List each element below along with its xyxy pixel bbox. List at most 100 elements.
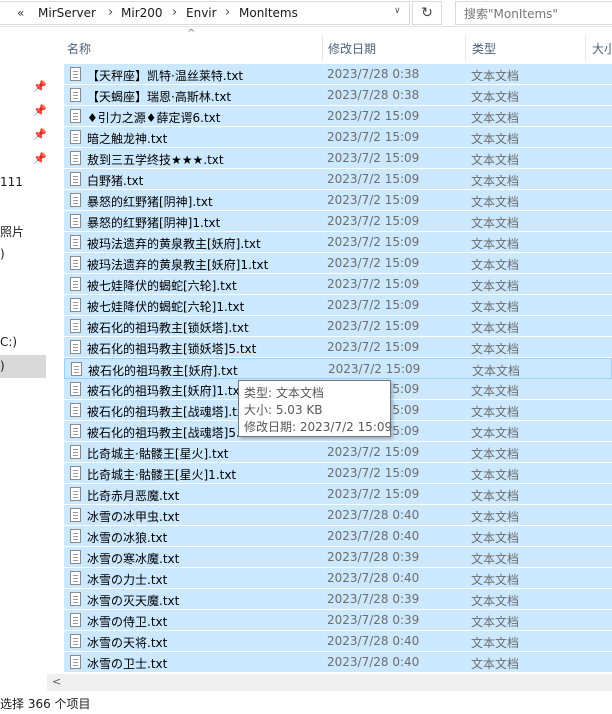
file-type: 文本文档 [471, 258, 520, 272]
file-row[interactable]: 冰雪の卫士.txt 2023/7/28 0:40 文本文档 [64, 652, 612, 673]
sort-ascending-icon: ^ [187, 28, 196, 39]
file-name: 被石化的祖玛教主[妖府].txt [88, 364, 238, 378]
file-type: 文本文档 [471, 426, 520, 440]
nav-item-fragment: ) [0, 359, 5, 373]
chevron-right-icon[interactable]: › [172, 5, 177, 20]
file-row[interactable]: 暴怒的红野猪[阴神].txt 2023/7/2 15:09 文本文档 [64, 190, 612, 211]
text-file-icon [70, 613, 81, 627]
file-name: 比奇城主·骷髅王[星火].txt [87, 447, 229, 461]
file-row[interactable]: 被七娃降伏的蝎蛇[六轮].txt 2023/7/2 15:09 文本文档 [64, 274, 612, 295]
file-modified: 2023/7/28 0:39 [327, 613, 420, 627]
pin-icon[interactable]: 📌 [33, 128, 47, 141]
file-row[interactable]: 被玛法遗弃的黄泉教主[妖府]1.txt 2023/7/2 15:09 文本文档 [64, 253, 612, 274]
file-type: 文本文档 [471, 342, 520, 356]
text-file-icon [70, 67, 81, 81]
column-header-type[interactable]: 类型 [472, 40, 496, 57]
file-name: 冰雪の力士.txt [87, 573, 168, 587]
text-file-icon [70, 235, 81, 249]
column-header-name[interactable]: 名称 [67, 40, 91, 57]
text-file-icon [70, 88, 81, 102]
pin-icon[interactable]: 📌 [33, 152, 47, 165]
breadcrumb-envir[interactable]: Envir [186, 6, 217, 20]
file-row[interactable]: 比奇城主·骷髅王[星火]1.txt 2023/7/2 15:09 文本文档 [64, 463, 612, 484]
refresh-button[interactable]: ↻ [412, 1, 442, 25]
column-divider[interactable] [322, 35, 323, 61]
file-row[interactable]: 被石化的祖玛教主[锁妖塔].txt 2023/7/2 15:09 文本文档 [64, 316, 612, 337]
column-divider[interactable] [465, 35, 466, 61]
file-row[interactable]: 比奇城主·骷髅王[星火].txt 2023/7/2 15:09 文本文档 [64, 442, 612, 463]
file-row[interactable]: 被石化的祖玛教主[妖府].txt 2023/7/2 15:09 文本文档 [64, 358, 612, 379]
file-type: 文本文档 [471, 90, 520, 104]
column-header-modified[interactable]: 修改日期 [328, 40, 376, 57]
column-divider[interactable] [585, 35, 586, 61]
file-name: 比奇城主·骷髅王[星火]1.txt [87, 468, 237, 482]
address-bar[interactable]: « MirServer › Mir200 › Envir › MonItems … [0, 1, 410, 25]
file-name: 冰雪の卫士.txt [87, 657, 168, 671]
file-row[interactable]: 冰雪の力士.txt 2023/7/28 0:40 文本文档 [64, 568, 612, 589]
file-name: 被玛法遗弃的黄泉教主[妖府]1.txt [87, 258, 269, 272]
file-info-tooltip: 类型: 文本文档 大小: 5.03 KB 修改日期: 2023/7/2 15:0… [238, 380, 392, 437]
file-modified: 2023/7/2 15:09 [327, 340, 420, 354]
file-list: 【天秤座】凯特·温丝莱特.txt 2023/7/28 0:38 文本文档 【天蝎座】瑞… [47, 64, 612, 674]
file-type: 文本文档 [471, 279, 520, 293]
file-row[interactable]: 【天秤座】凯特·温丝莱特.txt 2023/7/28 0:38 文本文档 [64, 64, 612, 85]
text-file-icon [70, 403, 81, 417]
file-modified: 2023/7/28 0:40 [327, 529, 420, 543]
nav-item-fragment[interactable]: 照片 [0, 223, 24, 240]
file-modified: 2023/7/2 15:09 [328, 362, 421, 376]
file-modified: 2023/7/2 15:09 [327, 298, 420, 312]
file-row[interactable]: 【天蝎座】瑞恩·高斯林.txt 2023/7/28 0:38 文本文档 [64, 85, 612, 106]
file-row[interactable]: 冰雪の冰甲虫.txt 2023/7/28 0:40 文本文档 [64, 505, 612, 526]
text-file-icon [71, 362, 82, 376]
text-file-icon [70, 277, 81, 291]
file-row[interactable]: ♦引力之源♦薛定谔6.txt 2023/7/2 15:09 文本文档 [64, 106, 612, 127]
file-type: 文本文档 [471, 447, 520, 461]
file-row[interactable]: 敖到三五学终技★★★.txt 2023/7/2 15:09 文本文档 [64, 148, 612, 169]
nav-item-fragment[interactable]: 111 [0, 175, 23, 189]
file-row[interactable]: 白野猪.txt 2023/7/2 15:09 文本文档 [64, 169, 612, 190]
text-file-icon [70, 550, 81, 564]
chevron-right-icon[interactable]: › [108, 5, 113, 20]
text-file-icon [70, 214, 81, 228]
chevron-right-icon[interactable]: › [225, 5, 230, 20]
text-file-icon [70, 256, 81, 270]
file-row[interactable]: 暗之触龙神.txt 2023/7/2 15:09 文本文档 [64, 127, 612, 148]
file-row[interactable]: 比奇赤月恶魔.txt 2023/7/2 15:09 文本文档 [64, 484, 612, 505]
nav-item-fragment[interactable]: C:) [0, 335, 17, 349]
file-row[interactable]: 冰雪の寒冰魔.txt 2023/7/28 0:39 文本文档 [64, 547, 612, 568]
file-name: 冰雪の冰甲虫.txt [87, 510, 180, 524]
breadcrumb-monitems[interactable]: MonItems [239, 6, 298, 20]
breadcrumb-mirserver[interactable]: MirServer [38, 6, 96, 20]
text-file-icon [70, 172, 81, 186]
file-row[interactable]: 被石化的祖玛教主[锁妖塔]5.txt 2023/7/2 15:09 文本文档 [64, 337, 612, 358]
text-file-icon [70, 466, 81, 480]
file-row[interactable]: 被七娃降伏的蝎蛇[六轮]1.txt 2023/7/2 15:09 文本文档 [64, 295, 612, 316]
file-row[interactable]: 冰雪の冰狼.txt 2023/7/28 0:40 文本文档 [64, 526, 612, 547]
file-type: 文本文档 [471, 510, 520, 524]
breadcrumb-mir200[interactable]: Mir200 [121, 6, 163, 20]
file-name: 敖到三五学终技★★★.txt [87, 153, 224, 167]
file-row[interactable]: 被玛法遗弃的黄泉教主[妖府].txt 2023/7/2 15:09 文本文档 [64, 232, 612, 253]
nav-item-fragment[interactable]: ) [0, 247, 5, 261]
file-row[interactable]: 暴怒的红野猪[阴神]1.txt 2023/7/2 15:09 文本文档 [64, 211, 612, 232]
file-row[interactable]: 冰雪の灭天魔.txt 2023/7/28 0:39 文本文档 [64, 589, 612, 610]
search-box[interactable] [455, 1, 612, 25]
file-name: 被石化的祖玛教主[战魂塔]5.txt [87, 426, 257, 440]
file-name: ♦引力之源♦薛定谔6.txt [87, 111, 221, 125]
overflow-chevron-icon[interactable]: « [17, 6, 24, 20]
column-header-size[interactable]: 大小 [592, 40, 612, 57]
address-dropdown-icon[interactable]: ∨ [394, 6, 401, 16]
pin-icon[interactable]: 📌 [33, 80, 47, 93]
file-type: 文本文档 [472, 364, 521, 378]
search-input[interactable] [462, 3, 612, 25]
file-type: 文本文档 [471, 615, 520, 629]
file-modified: 2023/7/2 15:09 [327, 466, 420, 480]
file-type: 文本文档 [471, 657, 520, 671]
file-row[interactable]: 冰雪の天将.txt 2023/7/28 0:40 文本文档 [64, 631, 612, 652]
horizontal-scrollbar[interactable]: < [47, 674, 612, 691]
scroll-left-icon[interactable]: < [52, 675, 61, 688]
file-row[interactable]: 冰雪の侍卫.txt 2023/7/28 0:39 文本文档 [64, 610, 612, 631]
nav-item-selected[interactable]: ) [0, 355, 46, 378]
pin-icon[interactable]: 📌 [33, 104, 47, 117]
file-modified: 2023/7/2 15:09 [327, 277, 420, 291]
